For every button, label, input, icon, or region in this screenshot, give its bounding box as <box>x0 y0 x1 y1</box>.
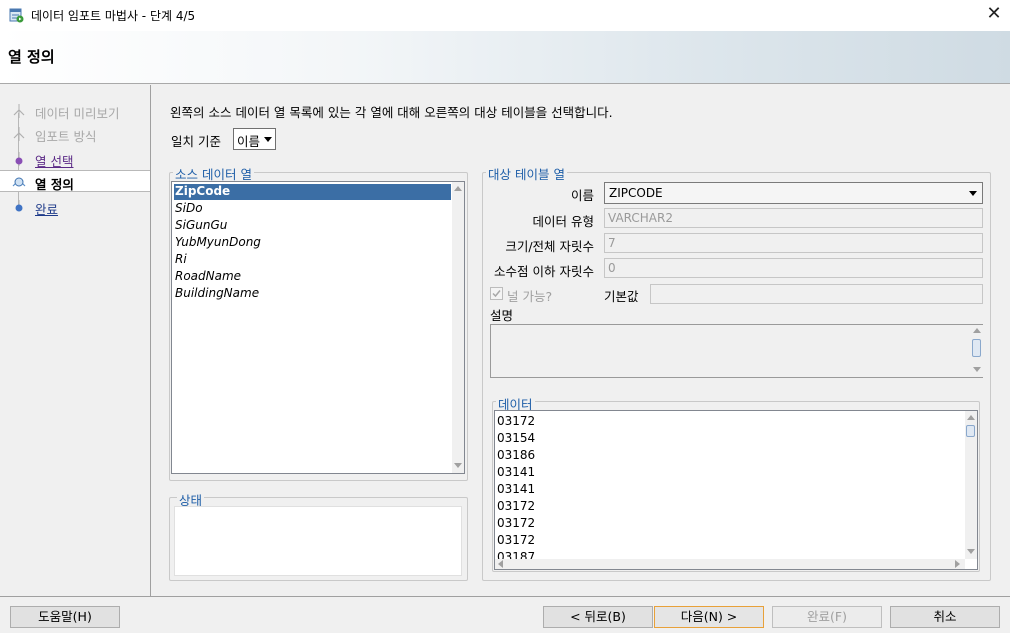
target-columns-legend: 대상 테이블 열 <box>486 164 567 183</box>
datatype-label: 데이터 유형 <box>532 214 594 229</box>
scroll-down-icon[interactable] <box>454 463 462 468</box>
nav-item-label: 열 정의 <box>35 177 74 192</box>
data-row: 03172 <box>497 516 536 530</box>
step-visited-icon <box>15 152 23 166</box>
size-label: 크기/전체 자릿수 <box>505 239 594 254</box>
nav-item-import-method: 임포트 방식 <box>0 123 150 145</box>
scale-field: 0 <box>604 258 983 278</box>
datatype-field: VARCHAR2 <box>604 208 983 228</box>
scroll-down-icon[interactable] <box>973 367 981 372</box>
list-item[interactable]: SiDo <box>174 201 203 217</box>
data-row: 03141 <box>497 482 536 496</box>
scroll-up-icon[interactable] <box>967 415 975 420</box>
match-by-label: 일치 기준 <box>171 134 221 149</box>
list-item[interactable]: RoadName <box>174 269 241 285</box>
title-bar: 데이터 임포트 마법사 - 단계 4/5 ✕ <box>0 0 1010 31</box>
window-title: 데이터 임포트 마법사 - 단계 4/5 <box>31 9 196 23</box>
cancel-button[interactable]: 취소 <box>890 606 1000 628</box>
step-header: 열 정의 <box>0 31 1010 84</box>
nav-item-column-select[interactable]: 열 선택 <box>0 148 150 170</box>
comment-scrollbar[interactable] <box>971 325 983 377</box>
status-area <box>174 506 462 576</box>
data-row: 03154 <box>497 431 536 445</box>
nullable-label: 널 가능? <box>507 289 553 304</box>
name-label: 이름 <box>570 188 594 203</box>
bottom-separator <box>0 596 1010 597</box>
list-item[interactable]: YubMyunDong <box>174 235 261 251</box>
data-row: 03172 <box>497 499 536 513</box>
instruction-text: 왼쪽의 소스 데이터 열 목록에 있는 각 열에 대해 오른쪽의 대상 테이블을… <box>170 105 613 120</box>
scroll-up-icon[interactable] <box>973 328 981 333</box>
list-item[interactable]: ZipCode <box>174 184 451 200</box>
step-done-icon <box>13 104 25 118</box>
nav-item-label: 열 선택 <box>35 154 74 169</box>
list-item[interactable]: Ri <box>174 252 187 268</box>
comment-textarea <box>490 324 983 378</box>
match-by-value: 이름 <box>237 134 261 149</box>
step-title: 열 정의 <box>8 48 55 66</box>
step-done-icon <box>13 127 25 141</box>
nav-item-label: 완료 <box>35 202 59 217</box>
back-button[interactable]: < 뒤로(B) <box>543 606 653 628</box>
target-column-name-dropdown[interactable]: ZIPCODE <box>604 182 983 204</box>
default-value-field <box>650 284 983 304</box>
target-column-name-value: ZIPCODE <box>609 186 663 200</box>
close-icon[interactable]: ✕ <box>984 4 1004 26</box>
data-horizontal-scrollbar[interactable] <box>495 559 965 569</box>
scale-label: 소수점 이하 자릿수 <box>494 264 594 279</box>
source-list-scrollbar[interactable] <box>452 182 464 473</box>
scroll-right-icon[interactable] <box>955 560 960 568</box>
scroll-up-icon[interactable] <box>454 186 462 191</box>
data-row: 03172 <box>497 533 536 547</box>
finish-button: 완료(F) <box>772 606 882 628</box>
scroll-thumb[interactable] <box>972 339 981 357</box>
scroll-down-icon[interactable] <box>967 549 975 554</box>
nav-item-label: 데이터 미리보기 <box>35 106 120 121</box>
scroll-left-icon[interactable] <box>498 560 503 568</box>
match-by-dropdown[interactable]: 이름 <box>233 128 276 150</box>
source-columns-list[interactable]: ZipCode SiDo SiGunGu YubMyunDong Ri Road… <box>171 181 465 474</box>
comment-label: 설명 <box>490 308 514 323</box>
chevron-down-icon <box>264 137 272 142</box>
chevron-down-icon <box>969 191 977 196</box>
data-vertical-scrollbar[interactable] <box>965 411 977 559</box>
nullable-checkbox <box>490 287 503 300</box>
nav-item-data-preview: 데이터 미리보기 <box>0 100 150 122</box>
data-preview-list[interactable]: 03172 03154 03186 03141 03141 03172 0317… <box>494 410 978 570</box>
data-row: 03172 <box>497 414 536 428</box>
help-button[interactable]: 도움말(H) <box>10 606 120 628</box>
nav-item-finish[interactable]: 완료 <box>0 196 150 218</box>
data-row: 03141 <box>497 465 536 479</box>
nav-item-label: 임포트 방식 <box>35 129 97 144</box>
size-field: 7 <box>604 233 983 253</box>
list-item[interactable]: BuildingName <box>174 286 259 302</box>
data-row: 03186 <box>497 448 536 462</box>
nav-item-column-define[interactable]: 열 정의 <box>0 170 150 192</box>
scroll-thumb[interactable] <box>966 425 975 437</box>
list-item[interactable]: SiGunGu <box>174 218 227 234</box>
app-icon <box>9 8 24 23</box>
default-label: 기본값 <box>604 289 639 304</box>
check-icon <box>492 290 501 298</box>
next-button[interactable]: 다음(N) > <box>654 606 764 628</box>
step-current-icon <box>12 177 26 187</box>
step-pending-icon <box>15 200 23 212</box>
step-navigation: 데이터 미리보기 임포트 방식 열 선택 열 정의 완료 <box>0 85 151 596</box>
